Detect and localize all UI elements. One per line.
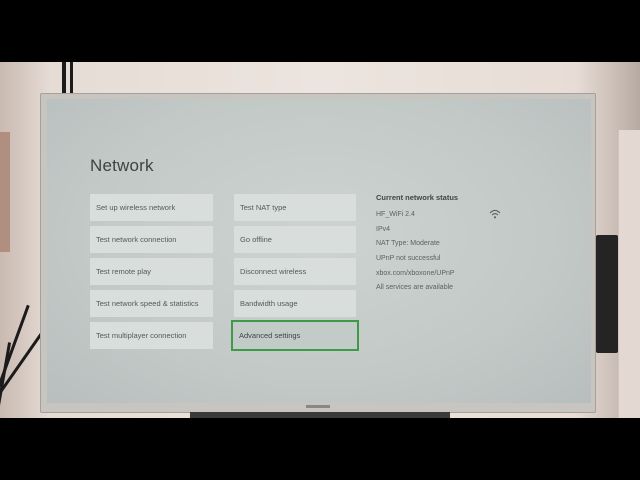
setup-wireless-network-button[interactable]: Set up wireless network <box>90 194 213 221</box>
test-nat-type-button[interactable]: Test NAT type <box>234 194 356 221</box>
page-title: Network <box>90 156 154 175</box>
disconnect-wireless-button[interactable]: Disconnect wireless <box>234 258 356 285</box>
services-status: All services are available <box>376 284 454 291</box>
speaker <box>596 235 618 353</box>
tv-stand <box>190 412 450 418</box>
network-name: HF_WiFi 2.4 <box>376 211 415 218</box>
left-wall-object <box>0 132 10 252</box>
test-network-speed-button[interactable]: Test network speed & statistics <box>90 290 213 317</box>
bandwidth-usage-button[interactable]: Bandwidth usage <box>234 290 356 317</box>
test-multiplayer-connection-button[interactable]: Test multiplayer connection <box>90 322 213 349</box>
upnp-status: UPnP not successful <box>376 255 441 262</box>
advanced-settings-button[interactable]: Advanced settings <box>231 320 359 351</box>
status-title: Current network status <box>376 193 459 202</box>
nat-type: NAT Type: Moderate <box>376 240 440 247</box>
shelf <box>618 130 640 418</box>
test-remote-play-button[interactable]: Test remote play <box>90 258 213 285</box>
upnp-link: xbox.com/xboxone/UPnP <box>376 270 455 277</box>
tv-logo <box>306 405 330 408</box>
go-offline-button[interactable]: Go offline <box>234 226 356 253</box>
tv-screen: Network Set up wireless network Test net… <box>47 99 591 403</box>
ip-version: IPv4 <box>376 226 391 233</box>
test-network-connection-button[interactable]: Test network connection <box>90 226 213 253</box>
wifi-signal-icon <box>489 209 501 219</box>
